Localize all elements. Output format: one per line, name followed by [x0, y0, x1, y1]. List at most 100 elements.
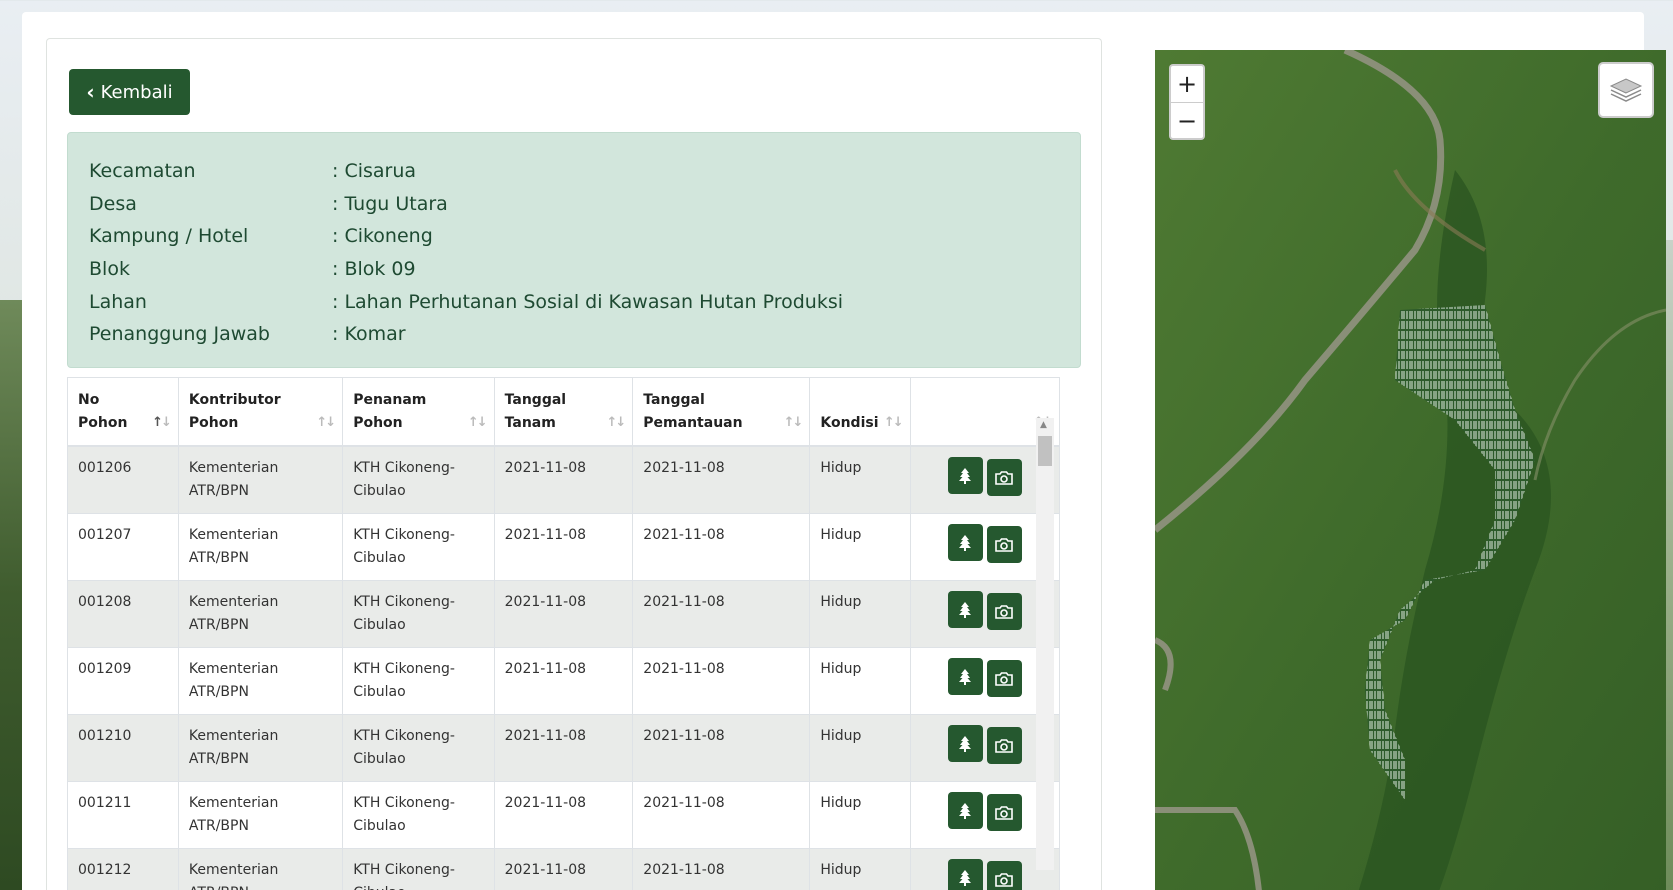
table-row[interactable]: 001211 Kementerian ATR/BPN KTH Cikoneng- Cib…: [67, 781, 1061, 849]
back-button[interactable]: ‹ Kembali: [69, 69, 190, 115]
cell-tanggal-tanam: 2021-11-08: [493, 714, 634, 782]
table-row[interactable]: 001212 Kementerian ATR/BPN KTH Cikoneng- Cib…: [67, 848, 1061, 890]
cell-tanggal-pemantauan: 2021-11-08: [632, 714, 811, 782]
zoom-in-button[interactable]: +: [1171, 66, 1203, 102]
column-header[interactable]: No Pohon ↑↓: [67, 377, 179, 447]
tree-detail-button[interactable]: [947, 591, 983, 628]
tree-detail-button[interactable]: [947, 457, 983, 494]
cell-penanam: KTH Cikoneng- Cibulao: [342, 647, 495, 715]
cell-penanam-text: KTH Cikoneng-: [353, 661, 455, 677]
info-label: Penanggung Jawab: [89, 323, 270, 346]
photo-button[interactable]: [986, 459, 1022, 496]
tree-icon: [958, 869, 972, 887]
cell-penanam-text: Cibulao: [353, 617, 406, 633]
photo-button[interactable]: [986, 861, 1022, 890]
cell-kontributor-text: Kementerian: [188, 460, 279, 476]
tree-detail-button[interactable]: [947, 859, 983, 890]
cell-penanam-text: KTH Cikoneng-: [353, 862, 455, 878]
info-row: Lahan: Lahan Perhutanan Sosial di Kawasa…: [89, 285, 1059, 318]
cell-tanggal-pemantauan-text: 2021-11-08: [643, 460, 725, 476]
cell-penanam-text: Cibulao: [353, 818, 406, 834]
cell-penanam-text: Cibulao: [353, 550, 406, 566]
cell-tanggal-tanam-text: 2021-11-08: [504, 594, 587, 610]
cell-kontributor-text: ATR/BPN: [188, 684, 249, 700]
sort-icon[interactable]: ↑↓: [884, 411, 904, 434]
sort-icon[interactable]: ↑↓: [152, 411, 172, 434]
sort-icon[interactable]: ↑↓: [468, 411, 488, 434]
photo-button[interactable]: [986, 526, 1022, 563]
column-header-line1: Penanam: [353, 392, 427, 408]
column-header[interactable]: Penanam Pohon ↑↓: [342, 377, 495, 447]
cell-penanam: KTH Cikoneng- Cibulao: [342, 445, 495, 514]
column-header-line2: Pemantauan: [643, 415, 743, 431]
cell-tanggal-tanam: 2021-11-08: [493, 580, 634, 648]
sort-icon[interactable]: ↑↓: [607, 411, 627, 434]
photo-button[interactable]: [986, 593, 1022, 630]
cell-penanam-text: KTH Cikoneng-: [353, 795, 455, 811]
cell-tanggal-tanam: 2021-11-08: [493, 445, 634, 514]
satellite-map[interactable]: + −: [1155, 50, 1666, 890]
tree-table-wrapper: No Pohon ↑↓ Kontributor Pohon ↑↓ Penanam Pohon ↑…: [67, 377, 1081, 890]
cell-tanggal-tanam-text: 2021-11-08: [504, 795, 587, 811]
layers-button[interactable]: [1598, 62, 1654, 118]
cell-tanggal-tanam-text: 2021-11-08: [504, 862, 587, 878]
cell-kondisi-text: Hidup: [820, 460, 862, 476]
table-row[interactable]: 001208 Kementerian ATR/BPN KTH Cikoneng- Cib…: [67, 580, 1061, 648]
column-header[interactable]: Tanggal Tanam ↑↓: [493, 377, 634, 447]
cell-tanggal-pemantauan-text: 2021-11-08: [643, 661, 725, 677]
zoom-out-button[interactable]: −: [1171, 102, 1203, 138]
camera-icon: [995, 537, 1014, 552]
info-row: Blok: Blok 09: [89, 253, 1059, 286]
column-header-line2: Pohon: [353, 415, 403, 431]
cell-penanam: KTH Cikoneng- Cibulao: [342, 848, 495, 890]
table-row[interactable]: 001207 Kementerian ATR/BPN KTH Cikoneng- Cib…: [67, 513, 1061, 581]
tree-detail-button[interactable]: [947, 725, 983, 762]
photo-button[interactable]: [986, 660, 1022, 697]
scroll-up-arrow-icon[interactable]: ▲: [1040, 420, 1047, 430]
info-label: Kecamatan: [89, 160, 196, 183]
table-row[interactable]: 001206 Kementerian ATR/BPN KTH Cikoneng- Cib…: [67, 445, 1061, 514]
info-row: Kampung / Hotel: Cikoneng: [89, 220, 1059, 253]
cell-kontributor-text: Kementerian: [188, 594, 279, 610]
cell-no-pohon-text: 001207: [78, 527, 132, 543]
photo-button[interactable]: [986, 727, 1022, 764]
cell-kontributor: Kementerian ATR/BPN: [177, 580, 344, 648]
cell-no-pohon: 001209: [67, 647, 179, 715]
column-header[interactable]: Tanggal Pemantauan ↑↓: [632, 377, 811, 447]
table-row[interactable]: 001210 Kementerian ATR/BPN KTH Cikoneng- Cib…: [67, 714, 1061, 782]
table-row[interactable]: 001209 Kementerian ATR/BPN KTH Cikoneng- Cib…: [67, 647, 1061, 715]
tree-icon: [958, 802, 972, 820]
column-header-line1: [921, 389, 1049, 412]
cell-kontributor-text: ATR/BPN: [188, 617, 249, 633]
tree-detail-button[interactable]: [947, 792, 983, 829]
cell-no-pohon: 001207: [67, 513, 179, 581]
cell-tanggal-pemantauan-text: 2021-11-08: [643, 795, 725, 811]
cell-tanggal-pemantauan-text: 2021-11-08: [643, 728, 725, 744]
cell-kontributor-text: Kementerian: [188, 862, 279, 878]
cell-tanggal-tanam: 2021-11-08: [493, 848, 634, 890]
info-value: : Blok 09: [332, 258, 416, 281]
scrollbar-thumb[interactable]: [1038, 436, 1052, 466]
cell-penanam-text: Cibulao: [353, 751, 406, 767]
sort-icon[interactable]: ↑↓: [784, 411, 804, 434]
photo-button[interactable]: [986, 794, 1022, 831]
sort-icon[interactable]: ↑↓: [316, 411, 336, 434]
table-scrollbar[interactable]: ▲: [1036, 418, 1054, 870]
main-container: ‹ Kembali Kecamatan: Cisarua Desa: Tugu U…: [22, 12, 1666, 890]
cell-no-pohon-text: 001209: [78, 661, 132, 677]
cell-penanam-text: KTH Cikoneng-: [353, 527, 455, 543]
cell-kondisi: Hidup: [809, 848, 911, 890]
cell-kondisi-text: Hidup: [820, 594, 862, 610]
table-header-row: No Pohon ↑↓ Kontributor Pohon ↑↓ Penanam Pohon ↑…: [67, 377, 1061, 447]
cell-no-pohon: 001210: [67, 714, 179, 782]
back-button-label: Kembali: [100, 81, 173, 103]
tree-icon: [958, 467, 972, 485]
column-header[interactable]: Kondisi ↑↓: [809, 377, 911, 447]
layers-icon: [1609, 78, 1643, 102]
cell-kontributor-text: ATR/BPN: [188, 483, 249, 499]
info-value: : Lahan Perhutanan Sosial di Kawasan Hut…: [332, 290, 844, 313]
column-header[interactable]: Kontributor Pohon ↑↓: [177, 377, 344, 447]
tree-detail-button[interactable]: [947, 658, 983, 695]
tree-detail-button[interactable]: [947, 524, 983, 561]
cell-kondisi: Hidup: [809, 513, 911, 581]
